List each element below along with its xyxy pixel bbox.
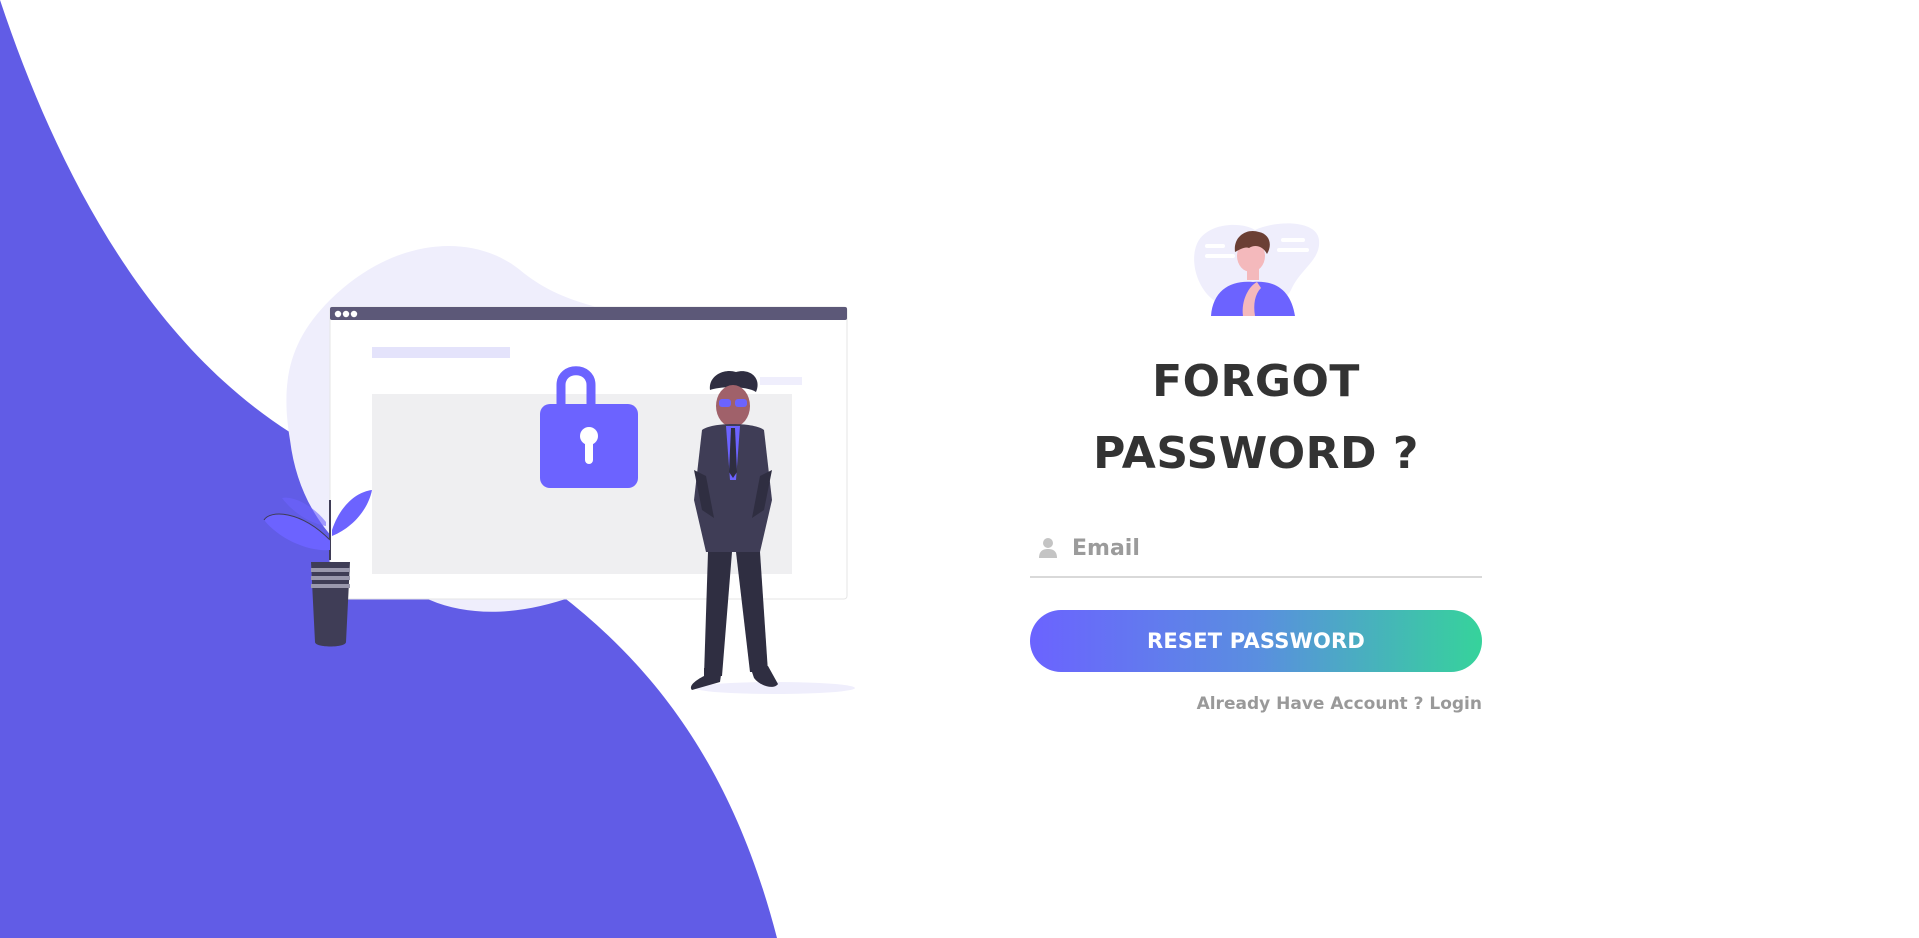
login-link[interactable]: Login [1429, 694, 1482, 714]
title-line-1: FORGOT [1152, 356, 1360, 407]
login-prompt: Already Have Account ? Login [1030, 694, 1482, 714]
email-field [1030, 520, 1482, 578]
email-input[interactable] [1072, 528, 1452, 568]
forgot-password-page: FORGOT PASSWORD ? RESET PASSWORD Already… [0, 0, 1919, 938]
title-line-2: PASSWORD ? [1093, 428, 1419, 479]
account-prompt-text: Already Have Account ? [1196, 694, 1424, 714]
security-illustration [263, 246, 855, 694]
avatar-illustration [1194, 223, 1320, 316]
page-title: FORGOT PASSWORD ? [1030, 346, 1482, 490]
reset-password-button[interactable]: RESET PASSWORD [1030, 610, 1482, 672]
user-icon [1039, 538, 1057, 558]
forgot-password-form: FORGOT PASSWORD ? RESET PASSWORD Already… [1030, 220, 1482, 714]
